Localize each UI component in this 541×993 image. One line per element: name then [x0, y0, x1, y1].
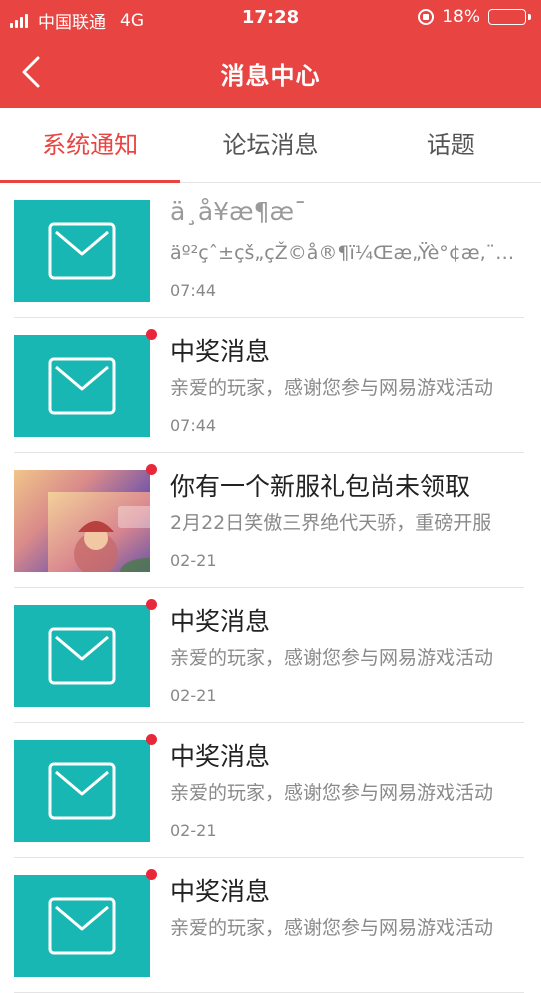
message-item[interactable]: 你有一个新服礼包尚未领取 2月22日笑傲三界绝代天骄，重磅开服 02-21	[0, 453, 541, 588]
message-preview: äº²çˆ±çš„çŽ©å®¶ï¼Œæ„Ÿè°¢æ‚¨å‚与ç½'æ˜“æ¸¸æ…	[170, 242, 523, 264]
message-title: 中奖消息	[170, 742, 271, 771]
mail-icon	[48, 897, 116, 955]
page-title: 消息中心	[220, 62, 321, 90]
message-time: 07:44	[170, 416, 217, 435]
message-preview: 亲爱的玩家，感谢您参与网易游戏活动	[170, 782, 494, 804]
unread-dot	[146, 734, 157, 745]
message-time: 02-21	[170, 551, 217, 570]
message-preview: 亲爱的玩家，感谢您参与网易游戏活动	[170, 917, 494, 939]
battery-icon	[488, 9, 531, 25]
unread-dot	[146, 464, 157, 475]
message-preview: 2月22日笑傲三界绝代天骄，重磅开服	[170, 512, 492, 534]
message-item[interactable]: 中奖消息亲爱的玩家，感谢您参与网易游戏活动 02-21	[0, 723, 541, 858]
mail-icon	[48, 762, 116, 820]
unread-dot	[146, 869, 157, 880]
message-thumbnail	[14, 470, 150, 572]
mail-icon	[48, 222, 116, 280]
message-thumbnail	[14, 605, 150, 707]
message-title: 中奖消息	[170, 607, 271, 636]
tab-forum-messages[interactable]: 论坛消息	[180, 108, 360, 182]
nav-bar: 消息中心	[0, 36, 541, 108]
message-title: 中奖消息	[170, 877, 271, 906]
message-thumbnail	[14, 875, 150, 977]
tab-bar: 系统通知 论坛消息 话题	[0, 108, 541, 183]
message-title: ä¸å¥æ¶æ¯	[170, 197, 307, 226]
app-header: 中国联通 4G 17:28 18% 消息中心	[0, 0, 541, 108]
message-time: 02-21	[170, 821, 217, 840]
message-thumbnail	[14, 740, 150, 842]
battery-percent: 18%	[442, 7, 480, 27]
message-item[interactable]: 中奖消息亲爱的玩家，感谢您参与网易游戏活动 02-21	[0, 588, 541, 723]
message-preview: 亲爱的玩家，感谢您参与网易游戏活动	[170, 647, 494, 669]
message-thumbnail	[14, 335, 150, 437]
message-time: 07:44	[170, 281, 217, 300]
tab-topics[interactable]: 话题	[361, 108, 541, 182]
game-banner-image	[48, 492, 150, 572]
tab-system-notices[interactable]: 系统通知	[0, 108, 181, 183]
message-time: 02-21	[170, 686, 217, 705]
message-title: 你有一个新服礼包尚未领取	[170, 472, 471, 501]
status-bar: 中国联通 4G 17:28 18%	[0, 0, 541, 36]
message-item[interactable]: 中奖消息亲爱的玩家，感谢您参与网易游戏活动 07:44	[0, 318, 541, 453]
message-thumbnail	[14, 200, 150, 302]
message-item[interactable]: 中奖消息亲爱的玩家，感谢您参与网易游戏活动	[0, 858, 541, 993]
rotation-lock-icon	[418, 9, 435, 25]
status-right: 18%	[418, 7, 531, 27]
unread-dot	[146, 599, 157, 610]
unread-dot	[146, 329, 157, 340]
message-title: 中奖消息	[170, 337, 271, 366]
message-list: ä¸å¥æ¶æ¯ äº²çˆ±çš„çŽ©å®¶ï¼Œæ„Ÿè°¢æ‚¨å‚与ç½…	[0, 183, 541, 993]
message-item[interactable]: ä¸å¥æ¶æ¯ äº²çˆ±çš„çŽ©å®¶ï¼Œæ„Ÿè°¢æ‚¨å‚与ç½…	[0, 183, 541, 318]
mail-icon	[48, 357, 116, 415]
message-preview: 亲爱的玩家，感谢您参与网易游戏活动	[170, 377, 494, 399]
mail-icon	[48, 627, 116, 685]
